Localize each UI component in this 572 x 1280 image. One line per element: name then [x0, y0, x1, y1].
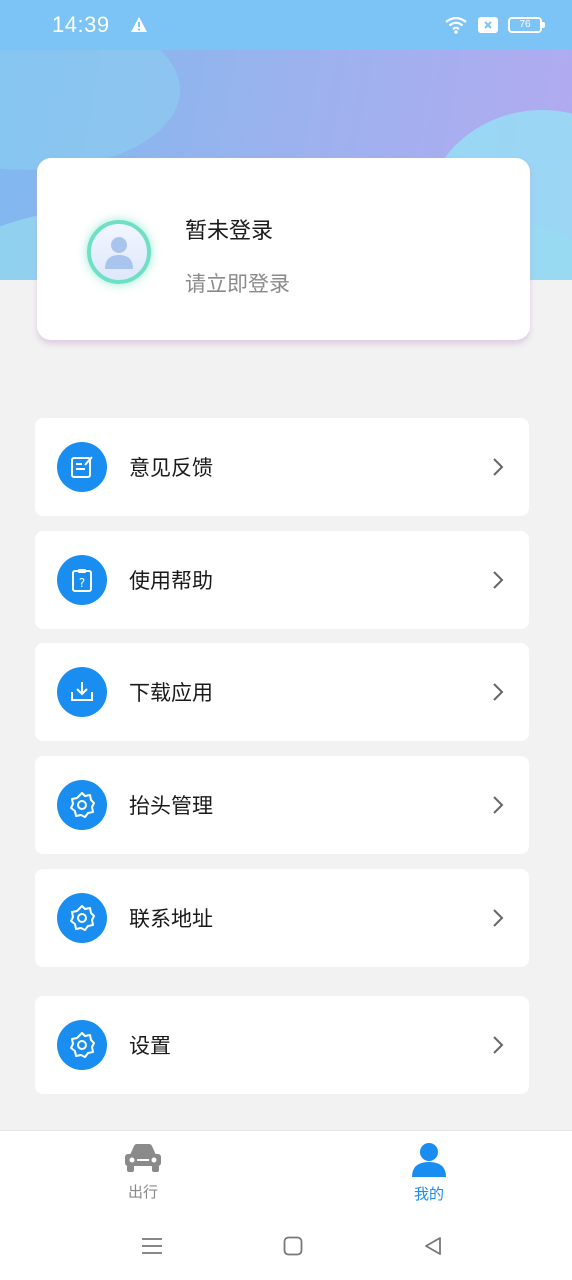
chevron-right-icon — [491, 681, 505, 703]
menu-item-help[interactable]: ? 使用帮助 — [35, 531, 529, 629]
avatar[interactable] — [87, 220, 151, 284]
edit-note-icon — [57, 442, 107, 492]
chevron-right-icon — [491, 794, 505, 816]
menu-item-label: 下载应用 — [129, 681, 213, 705]
menu-item-invoice-title[interactable]: 抬头管理 — [35, 756, 529, 854]
menu-item-label: 抬头管理 — [129, 794, 213, 818]
profile-name: 暂未登录 — [185, 219, 274, 244]
tab-trip[interactable]: 出行 — [98, 1141, 188, 1202]
tab-mine[interactable]: 我的 — [384, 1141, 474, 1204]
wifi-icon — [444, 16, 468, 34]
default-avatar-icon — [105, 237, 133, 269]
status-icons: 76 — [444, 16, 545, 34]
home-square-icon[interactable] — [281, 1234, 305, 1258]
battery-icon: 76 — [508, 17, 545, 33]
gear-icon — [57, 1020, 107, 1070]
download-tray-icon — [57, 667, 107, 717]
menu-item-settings[interactable]: 设置 — [35, 996, 529, 1094]
user-icon — [412, 1143, 446, 1177]
chevron-right-icon — [491, 907, 505, 929]
tab-label: 出行 — [127, 1183, 158, 1201]
system-nav-bar — [0, 1216, 572, 1280]
menu-item-label: 意见反馈 — [129, 456, 213, 480]
chevron-right-icon — [491, 1034, 505, 1056]
help-clipboard-icon: ? — [57, 555, 107, 605]
car-icon — [125, 1144, 161, 1172]
chevron-right-icon — [491, 456, 505, 478]
menu-item-label: 设置 — [129, 1034, 171, 1058]
status-bar: 14:39 76 — [0, 0, 572, 50]
menu-item-address[interactable]: 联系地址 — [35, 869, 529, 967]
tab-label: 我的 — [413, 1185, 444, 1203]
back-triangle-icon[interactable] — [421, 1234, 445, 1258]
gear-icon — [57, 780, 107, 830]
menu-item-feedback[interactable]: 意见反馈 — [35, 418, 529, 516]
menu-item-label: 联系地址 — [129, 907, 213, 931]
gear-icon — [57, 893, 107, 943]
menu-item-label: 使用帮助 — [129, 569, 213, 593]
menu-item-download[interactable]: 下载应用 — [35, 643, 529, 741]
menu-icon[interactable] — [140, 1234, 164, 1258]
login-prompt[interactable]: 请立即登录 — [185, 268, 290, 298]
profile-card[interactable]: 暂未登录 请立即登录 — [37, 158, 530, 340]
no-sim-icon — [478, 17, 498, 33]
warning-icon — [130, 16, 148, 34]
svg-text:?: ? — [79, 576, 85, 590]
bottom-tab-bar: 出行 我的 — [0, 1130, 572, 1216]
chevron-right-icon — [491, 569, 505, 591]
status-time: 14:39 — [52, 12, 110, 37]
